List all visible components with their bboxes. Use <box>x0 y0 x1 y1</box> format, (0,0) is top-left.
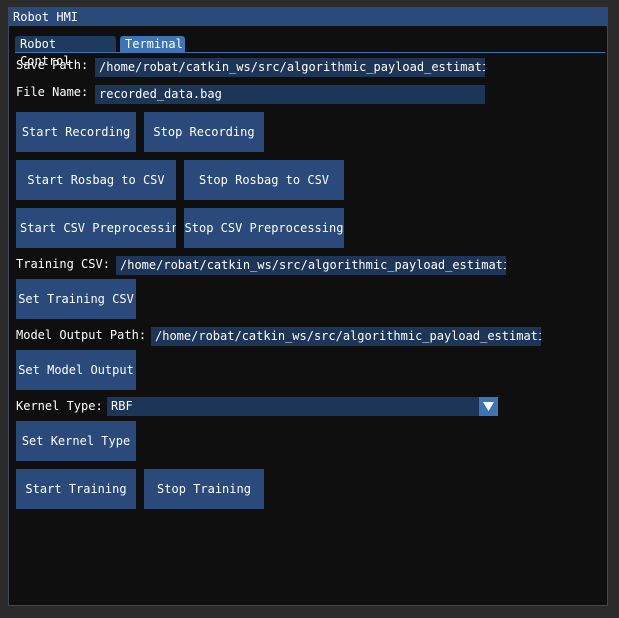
button-label: Start Training <box>25 482 127 496</box>
robot-hmi-window: Robot HMI Robot Control Terminal Save Pa… <box>8 7 608 606</box>
button-label: Set Model Output <box>18 363 134 377</box>
button-label: Start Recording <box>21 125 131 139</box>
stop-training-button[interactable]: Stop Training <box>144 469 264 509</box>
stop-rosbag-to-csv-button[interactable]: Stop Rosbag to CSV <box>184 160 344 200</box>
kernel-type-value: RBF <box>111 399 133 413</box>
window-title: Robot HMI <box>13 10 79 24</box>
training-csv-input[interactable]: /home/robat/catkin_ws/src/algorithmic_pa… <box>116 256 506 275</box>
button-label: Set Kernel Type <box>21 434 131 448</box>
start-recording-button[interactable]: Start Recording <box>16 112 136 152</box>
model-output-path-input[interactable]: /home/robat/catkin_ws/src/algorithmic_pa… <box>151 327 541 346</box>
button-label: Start Rosbag to CSV <box>27 173 165 187</box>
kernel-type-label: Kernel Type: <box>16 399 103 413</box>
start-csv-preprocessing-button[interactable]: Start CSV Preprocessing <box>16 208 176 248</box>
kernel-type-select[interactable]: RBF <box>107 397 498 416</box>
triangle-down-icon[interactable] <box>479 397 498 416</box>
stop-csv-preprocessing-button[interactable]: Stop CSV Preprocessing <box>184 208 344 248</box>
tab-label: Terminal <box>125 37 183 51</box>
set-training-csv-button[interactable]: Set Training CSV <box>16 279 136 319</box>
tab-terminal[interactable]: Terminal <box>120 36 185 53</box>
button-label: Start CSV Preprocessing <box>20 221 176 235</box>
file-name-label: File Name: <box>16 85 89 99</box>
set-model-output-button[interactable]: Set Model Output <box>16 350 136 390</box>
training-csv-label: Training CSV: <box>16 257 110 271</box>
button-label: Set Training CSV <box>18 292 134 306</box>
button-label: Stop Rosbag to CSV <box>198 173 330 187</box>
set-kernel-type-button[interactable]: Set Kernel Type <box>16 421 136 461</box>
button-label: Stop Recording <box>153 125 255 139</box>
model-output-path-label: Model Output Path: <box>16 328 147 342</box>
button-label: Stop CSV Preprocessing <box>184 221 344 235</box>
save-path-input[interactable]: /home/robat/catkin_ws/src/algorithmic_pa… <box>95 58 485 77</box>
button-label: Stop Training <box>157 482 251 496</box>
window-titlebar[interactable]: Robot HMI <box>9 8 607 26</box>
stop-recording-button[interactable]: Stop Recording <box>144 112 264 152</box>
save-path-label: Save Path: <box>16 58 89 72</box>
tab-robot-control[interactable]: Robot Control <box>15 36 116 68</box>
start-rosbag-to-csv-button[interactable]: Start Rosbag to CSV <box>16 160 176 200</box>
start-training-button[interactable]: Start Training <box>16 469 136 509</box>
tab-underline <box>15 52 605 53</box>
file-name-input[interactable]: recorded_data.bag <box>95 85 485 104</box>
